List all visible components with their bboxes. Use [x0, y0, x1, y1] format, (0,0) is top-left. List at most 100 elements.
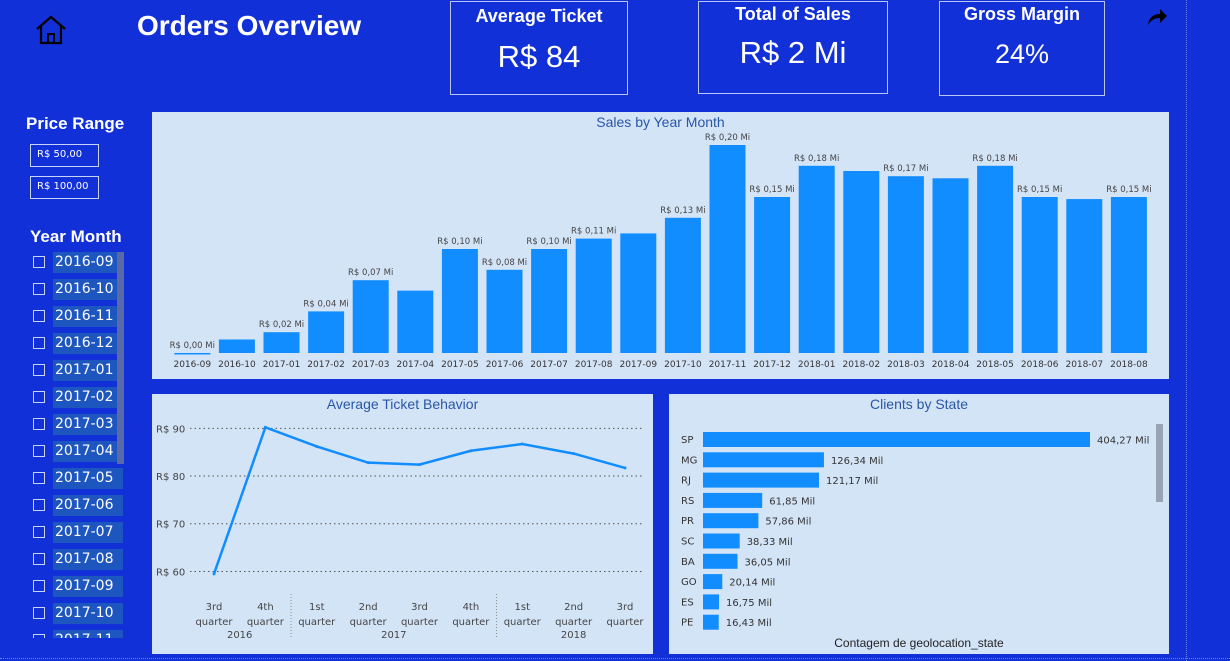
sales-data-label: R$ 0,00 Mi: [170, 341, 215, 351]
avg-ticket-x-tick-label: quarter: [504, 617, 542, 628]
sales-bar: [263, 332, 300, 353]
sales-data-label: R$ 0,10 Mi: [526, 237, 571, 247]
year-month-checkbox[interactable]: [33, 256, 45, 268]
sales-bar: [887, 176, 924, 353]
year-month-item[interactable]: 2017-05: [30, 468, 124, 490]
sales-bar: [1021, 197, 1058, 353]
year-month-item[interactable]: 2017-08: [30, 549, 124, 571]
year-month-item[interactable]: 2016-10: [30, 279, 124, 301]
year-month-item[interactable]: 2017-04: [30, 441, 124, 463]
clients-bar: [703, 553, 738, 569]
year-month-item[interactable]: 2017-01: [30, 360, 124, 382]
clients-data-label: 404,27 Mil: [1097, 436, 1149, 447]
avg-ticket-x-tick-label: 1st: [309, 602, 325, 613]
year-month-checkbox[interactable]: [33, 634, 45, 638]
sales-x-tick-label: 2017-10: [664, 360, 702, 370]
clients-bar: [703, 472, 819, 488]
sales-x-tick-label: 2018-05: [976, 360, 1014, 370]
price-range-max-input[interactable]: R$ 100,00: [30, 176, 99, 199]
sales-data-label: R$ 0,15 Mi: [1017, 185, 1062, 195]
price-range-min-input[interactable]: R$ 50,00: [30, 144, 99, 167]
year-month-item[interactable]: 2016-09: [30, 252, 124, 274]
clients-data-label: 16,75 Mil: [726, 598, 772, 609]
year-month-item[interactable]: 2017-06: [30, 495, 124, 517]
sales-x-tick-label: 2018-01: [798, 360, 836, 370]
clients-data-label: 57,86 Mil: [765, 517, 811, 528]
sales-x-tick-label: 2017-12: [753, 360, 791, 370]
page-title: Orders Overview: [137, 10, 362, 41]
sales-bar: [486, 269, 523, 353]
year-month-checkbox[interactable]: [33, 499, 45, 511]
year-month-checkbox[interactable]: [33, 445, 45, 457]
year-month-checkbox[interactable]: [33, 283, 45, 295]
sales-data-label: R$ 0,04 Mi: [303, 299, 348, 309]
year-month-item[interactable]: 2017-03: [30, 414, 124, 436]
year-month-item-label: 2017-08: [53, 549, 123, 570]
sales-x-tick-label: 2017-02: [307, 360, 345, 370]
sales-x-tick-label: 2018-03: [887, 360, 925, 370]
clients-bar: [703, 594, 720, 610]
sales-x-tick-label: 2017-01: [263, 360, 301, 370]
year-month-scrollbar[interactable]: [117, 252, 124, 464]
clients-bar: [703, 614, 719, 630]
year-month-item[interactable]: 2016-11: [30, 306, 124, 328]
year-month-item[interactable]: 2017-09: [30, 576, 124, 598]
kpi-label: Average Ticket: [475, 6, 603, 26]
clients-data-label: 38,33 Mil: [747, 537, 793, 548]
sales-bar: [441, 249, 478, 353]
year-month-item[interactable]: 2017-10: [30, 603, 124, 625]
share-arrow-icon[interactable]: [1145, 6, 1169, 28]
year-month-item[interactable]: 2016-12: [30, 333, 124, 355]
year-month-checkbox[interactable]: [33, 391, 45, 403]
year-month-item[interactable]: 2017-07: [30, 522, 124, 544]
year-month-checkbox[interactable]: [33, 310, 45, 322]
avg-ticket-x-tick-label: 2nd: [564, 602, 583, 613]
clients-chart-scrollbar[interactable]: [1156, 424, 1163, 502]
year-month-item-label: 2017-05: [53, 468, 123, 489]
year-month-item[interactable]: 2017-11: [30, 630, 124, 638]
sales-bar: [352, 280, 389, 353]
sales-bar: [843, 171, 880, 353]
clients-y-tick-label: SC: [681, 537, 694, 548]
kpi-average-ticket: Average Ticket R$ 84: [450, 1, 628, 95]
year-month-checkbox[interactable]: [33, 526, 45, 538]
year-month-checkbox[interactable]: [33, 337, 45, 349]
kpi-gross-margin: Gross Margin 24%: [939, 1, 1105, 96]
year-month-checkbox[interactable]: [33, 580, 45, 592]
sales-x-tick-label: 2017-11: [709, 360, 747, 370]
avg-ticket-x-tick-label: quarter: [555, 617, 593, 628]
sales-bar: [1110, 197, 1147, 353]
sales-bar: [218, 339, 255, 353]
year-month-item[interactable]: 2017-02: [30, 387, 124, 409]
year-month-checkbox[interactable]: [33, 364, 45, 376]
year-month-item-label: 2016-12: [53, 333, 123, 354]
year-month-item-label: 2017-03: [53, 414, 123, 435]
sales-bar: [977, 165, 1014, 353]
clients-bar: [703, 574, 723, 590]
year-month-checkbox[interactable]: [33, 472, 45, 484]
avg-ticket-line-chart: R$ 60 R$ 70 R$ 80 R$ 90 3rd quarter 4th quarter…: [156, 424, 644, 641]
year-month-list[interactable]: 2016-09 2016-10 2016-11 2016-12 2017-01 2017-…: [30, 252, 126, 638]
clients-data-label: 121,17 Mil: [826, 476, 878, 487]
year-month-checkbox[interactable]: [33, 607, 45, 619]
sales-x-tick-label: 2018-02: [842, 360, 880, 370]
sales-bar: [575, 238, 612, 353]
year-month-item-label: 2016-10: [53, 279, 123, 300]
year-month-checkbox[interactable]: [33, 418, 45, 430]
year-month-checkbox[interactable]: [33, 553, 45, 565]
avg-ticket-point: [263, 425, 267, 429]
clients-y-tick-label: RS: [681, 496, 694, 507]
avg-ticket-panel: Average Ticket Behavior R$ 60 R$ 70 R$ 80 R…: [152, 394, 653, 654]
sales-bar: [1066, 199, 1103, 353]
clients-data-label: 61,85 Mil: [769, 496, 815, 507]
kpi-total-sales: Total of Sales R$ 2 Mi: [698, 1, 888, 94]
sales-bar: [664, 217, 701, 353]
sales-data-label: R$ 0,15 Mi: [749, 185, 794, 195]
page-bottom-divider: [0, 658, 1230, 659]
sales-x-tick-label: 2018-07: [1065, 360, 1103, 370]
home-icon[interactable]: [33, 14, 69, 46]
kpi-label: Gross Margin: [963, 4, 1081, 24]
sales-bar: [709, 145, 746, 353]
avg-ticket-point: [572, 452, 576, 456]
avg-ticket-x-tick-label: 4th: [257, 602, 274, 613]
